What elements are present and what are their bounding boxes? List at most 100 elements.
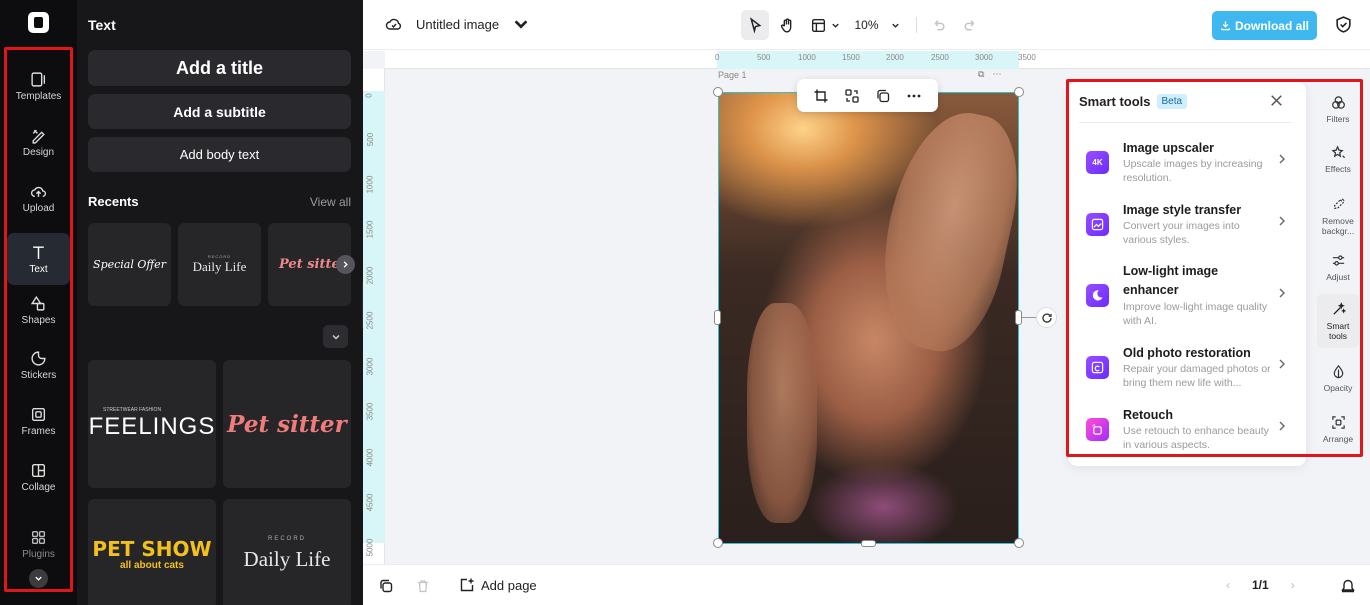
download-icon [1221,21,1230,31]
tile-text: Pet sitter [227,410,347,438]
retouch-icon [1086,418,1109,441]
rotate-handle[interactable] [1036,307,1057,328]
tool-effects[interactable]: Effects [1317,134,1359,184]
shield-icon[interactable] [1334,15,1353,34]
select-tool-button[interactable] [741,10,769,40]
add-body-text-button[interactable]: Add body text [88,137,351,172]
canvas-toolbar: 10% [741,10,988,40]
undo-button[interactable] [924,10,952,40]
template-daily-life[interactable]: RECORD Daily Life [223,499,351,605]
chevron-down-icon [331,334,340,340]
ruler-tick: 1500 [842,53,860,62]
ruler-tick: 500 [757,53,771,62]
smart-tool-retouch[interactable]: Retouch Use retouch to enhance beauty in… [1079,404,1294,460]
tool-label: Filters [1326,113,1350,124]
page-counter: 1/1 [1252,578,1269,592]
ruler-tick: 2000 [886,53,904,62]
smart-tools-header: Smart tools Beta [1079,94,1188,109]
ruler-tick: 3500 [1018,53,1036,62]
recent-daily-life[interactable]: RECORD Daily Life [178,223,261,306]
resize-handle-bottom-left[interactable] [713,538,723,548]
close-icon[interactable] [1268,92,1285,109]
add-page-button[interactable]: Add page [459,577,537,593]
tool-remove-background[interactable]: Remove backgr... [1317,188,1359,244]
trash-icon[interactable] [415,578,431,594]
highlight-box-left [4,47,73,592]
ruler-tick: 3500 [365,402,375,421]
chevron-right-icon [1279,421,1285,431]
chevron-down-icon [514,20,528,29]
replace-icon[interactable] [844,88,860,104]
bell-icon[interactable] [1340,578,1356,594]
more-options-icon[interactable] [906,88,922,104]
smart-tool-image-style-transfer[interactable]: Image style transfer Convert your images… [1079,199,1294,255]
template-feelings[interactable]: STREETWEAR FASHION FEELINGS [88,360,216,488]
resize-handle-bottom-right[interactable] [1014,538,1024,548]
tile-text: Daily Life [243,547,331,571]
smart-tool-image-upscaler[interactable]: 4K Image upscaler Upscale images by incr… [1079,137,1294,193]
tool-filters[interactable]: Filters [1317,84,1359,134]
tile-text-small: all about cats [120,559,184,571]
crop-icon[interactable] [813,88,829,104]
ruler-horizontal: 0 500 1000 1500 2000 2500 3000 3500 [385,51,1370,69]
add-page-label: Add page [481,577,537,593]
page-actions: ⧉ ⋯ [978,69,1001,80]
expand-recents-button[interactable] [323,325,348,348]
tool-label: Arrange [1322,433,1354,444]
selected-image[interactable] [718,92,1019,544]
recents-scroll-right-button[interactable] [336,255,355,274]
ruler-tick: 1000 [365,175,375,194]
smart-tool-low-light-enhancer[interactable]: Low-light image enhancer Improve low-lig… [1079,262,1294,332]
smart-tool-old-photo-restoration[interactable]: Old photo restoration Repair your damage… [1079,342,1294,398]
left-rail: Templates Design Upload Text Shapes Stic… [0,0,77,605]
adjust-icon [1332,254,1344,266]
tool-smart-tools[interactable]: Smart tools [1317,294,1359,348]
resize-handle-left[interactable] [714,310,721,325]
app-logo[interactable] [28,12,49,33]
hand-tool-button[interactable] [773,10,801,40]
redo-icon [964,19,974,30]
duplicate-page-icon[interactable]: ⧉ [978,69,984,80]
tool-arrange[interactable]: Arrange [1317,404,1359,454]
tool-label: Smart tools [1326,320,1350,341]
prev-page-button[interactable]: ‹ [1226,578,1230,592]
chevron-right-icon [1279,359,1285,369]
panel-title: Text [88,17,116,33]
recent-special-offer[interactable]: Special Offer [88,223,171,306]
resize-handle-top-right[interactable] [1014,87,1024,97]
smart-tool-desc: Convert your images into various styles. [1123,220,1240,246]
chevron-down-icon [891,23,899,28]
resize-handle-right[interactable] [1015,310,1022,325]
toolbar-divider [916,17,917,33]
download-all-button[interactable]: Download all [1212,11,1317,40]
template-pet-show[interactable]: PET SHOW all about cats [88,499,216,605]
top-bar: Untitled image 10% Download all [363,0,1370,50]
tool-adjust[interactable]: Adjust [1317,242,1359,292]
duplicate-icon[interactable] [875,88,891,104]
pointer-icon [749,16,761,34]
redo-button[interactable] [956,10,984,40]
tool-opacity[interactable]: Opacity [1317,353,1359,403]
low-light-icon [1086,284,1109,307]
smart-tools-icon [1332,301,1346,315]
resize-handle-bottom[interactable] [861,540,876,547]
resize-handle-top-left[interactable] [713,87,723,97]
document-name-dropdown[interactable]: Untitled image [385,15,530,33]
more-options-icon[interactable]: ⋯ [992,69,1001,80]
tile-text-small: RECORD [267,536,306,542]
image-context-toolbar [797,79,938,112]
opacity-icon [1333,364,1343,378]
add-title-button[interactable]: Add a title [88,50,351,86]
effects-icon [1330,144,1345,158]
zoom-dropdown[interactable]: 10% [849,10,905,40]
restoration-icon [1086,356,1109,379]
ruler-tick: 2000 [365,266,375,285]
next-page-button[interactable]: › [1291,578,1295,592]
ruler-tick: 500 [366,132,376,147]
layout-dropdown[interactable] [805,10,845,40]
view-all-link[interactable]: View all [310,195,351,209]
add-subtitle-button[interactable]: Add a subtitle [88,94,351,129]
smart-tool-desc: Upscale images by increasing resolution. [1123,158,1263,184]
duplicate-page-icon[interactable] [378,578,394,594]
template-pet-sitter[interactable]: Pet sitter [223,360,351,488]
